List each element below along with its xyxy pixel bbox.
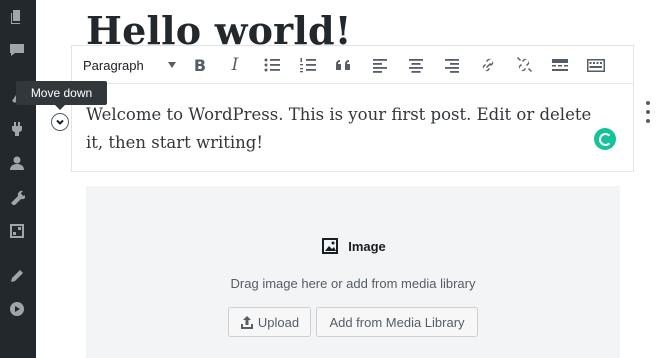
- bulleted-list-icon: [264, 58, 280, 72]
- image-icon: [322, 238, 339, 254]
- move-down-tooltip: Move down: [16, 81, 107, 110]
- align-left-button[interactable]: [368, 54, 392, 76]
- move-down-button[interactable]: [51, 113, 69, 131]
- bold-button[interactable]: B: [188, 54, 212, 76]
- italic-button[interactable]: I: [223, 54, 247, 76]
- block-type-label: Paragraph: [83, 57, 144, 73]
- upload-label: Upload: [257, 314, 300, 330]
- numbered-list-icon: [300, 58, 316, 73]
- image-instructions: Drag image here or add from media librar…: [230, 276, 476, 291]
- chevron-down-icon: [167, 62, 176, 68]
- align-center-icon: [409, 59, 423, 73]
- image-block-label: Image: [86, 236, 620, 256]
- play-icon[interactable]: [8, 300, 26, 318]
- toolbar-toggle-button[interactable]: [584, 54, 608, 76]
- align-left-icon: [373, 59, 387, 73]
- image-label-text: Image: [348, 238, 386, 254]
- block-more-options-button[interactable]: [644, 101, 652, 123]
- unlink-button[interactable]: [512, 54, 536, 76]
- upload-button[interactable]: Upload: [228, 307, 311, 337]
- align-right-icon: [445, 59, 459, 73]
- upload-icon: [240, 316, 253, 329]
- edit-icon[interactable]: [8, 267, 26, 285]
- admin-sidebar: [0, 0, 36, 358]
- quote-button[interactable]: [332, 54, 356, 76]
- bulleted-list-button[interactable]: [260, 54, 284, 76]
- block-toolbar: Paragraph B I: [72, 46, 633, 84]
- paragraph-block[interactable]: Paragraph B I Welcome to WordPress. This…: [71, 45, 634, 172]
- read-more-icon: [552, 59, 568, 71]
- quote-icon: [336, 60, 350, 70]
- paragraph-text[interactable]: Welcome to WordPress. This is your first…: [86, 101, 606, 157]
- block-type-switcher[interactable]: Paragraph: [83, 56, 176, 74]
- image-block-placeholder[interactable]: Image Drag image here or add from media …: [86, 186, 620, 358]
- align-center-button[interactable]: [404, 54, 428, 76]
- keyboard-icon: [587, 59, 605, 72]
- link-button[interactable]: [476, 54, 500, 76]
- media-library-label: Add from Media Library: [329, 314, 465, 330]
- pages-icon[interactable]: [8, 8, 26, 26]
- dot-icon: [646, 101, 650, 105]
- dot-icon: [646, 119, 650, 123]
- tools-icon[interactable]: [8, 188, 26, 206]
- unlink-icon: [517, 57, 532, 72]
- numbered-list-button[interactable]: [296, 54, 320, 76]
- plugins-icon[interactable]: [8, 120, 26, 138]
- users-icon[interactable]: [8, 154, 26, 172]
- grammarly-icon[interactable]: [594, 128, 616, 150]
- settings-icon[interactable]: [8, 222, 26, 240]
- more-button[interactable]: [548, 54, 572, 76]
- dot-icon: [646, 110, 650, 114]
- comments-icon[interactable]: [8, 41, 26, 59]
- chevron-down-icon: [56, 119, 64, 125]
- align-right-button[interactable]: [440, 54, 464, 76]
- media-library-button[interactable]: Add from Media Library: [316, 307, 478, 337]
- link-icon: [482, 58, 494, 72]
